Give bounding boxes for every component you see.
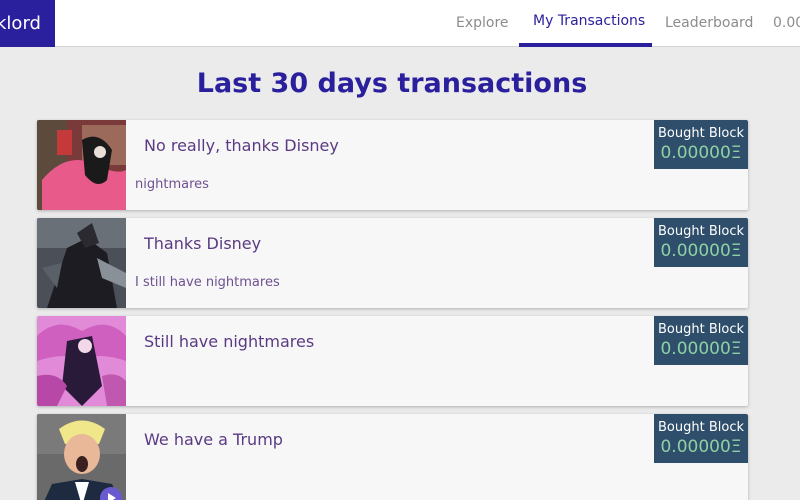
price-value: 0.00000Ξ — [660, 143, 742, 163]
status-badge: Bought Block 0.00000Ξ — [654, 316, 748, 365]
transaction-thumbnail[interactable] — [37, 218, 126, 308]
transaction-title[interactable]: Still have nightmares — [144, 332, 314, 351]
transaction-description: I still have nightmares — [135, 275, 280, 290]
status-label: Bought Block — [658, 224, 744, 239]
status-badge: Bought Block 0.00000Ξ — [654, 218, 748, 267]
nav-explore[interactable]: Explore — [456, 0, 509, 47]
transaction-card[interactable]: No really, thanks Disney nightmares Boug… — [37, 120, 748, 210]
logo-text: klord — [0, 13, 41, 34]
transaction-description: nightmares — [135, 177, 209, 192]
transaction-thumbnail[interactable] — [37, 316, 126, 406]
nav-leaderboard[interactable]: Leaderboard — [665, 0, 753, 47]
transaction-thumbnail[interactable] — [37, 120, 126, 210]
nav-my-transactions[interactable]: My Transactions — [519, 0, 652, 47]
status-label: Bought Block — [658, 322, 744, 337]
transaction-title[interactable]: Thanks Disney — [144, 234, 261, 253]
transaction-thumbnail[interactable] — [37, 414, 126, 500]
price-value: 0.00000Ξ — [660, 241, 742, 261]
status-badge: Bought Block 0.00000Ξ — [654, 414, 748, 463]
transaction-title[interactable]: We have a Trump — [144, 430, 283, 449]
nav-balance[interactable]: 0.00 — [773, 0, 800, 47]
app-logo[interactable]: klord — [0, 0, 55, 47]
status-label: Bought Block — [658, 420, 744, 435]
status-badge: Bought Block 0.00000Ξ — [654, 120, 748, 169]
price-value: 0.00000Ξ — [660, 437, 742, 457]
transaction-card[interactable]: We have a Trump Bought Block 0.00000Ξ — [37, 414, 748, 500]
top-navbar: klord Explore My Transactions Leaderboar… — [0, 0, 800, 47]
transaction-card[interactable]: Thanks Disney I still have nightmares Bo… — [37, 218, 748, 308]
price-value: 0.00000Ξ — [660, 339, 742, 359]
status-label: Bought Block — [658, 126, 744, 141]
transaction-card[interactable]: Still have nightmares Bought Block 0.000… — [37, 316, 748, 406]
transaction-title[interactable]: No really, thanks Disney — [144, 136, 339, 155]
page-title: Last 30 days transactions — [196, 68, 588, 99]
